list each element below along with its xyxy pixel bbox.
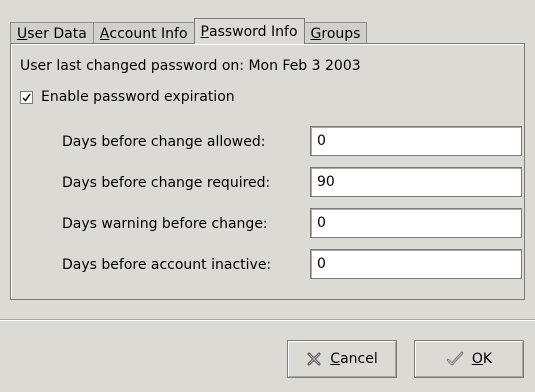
tab-password-info-mnemonic: P	[200, 23, 209, 40]
cancel-label-text: ancel	[340, 351, 378, 367]
ok-checkmark-icon	[446, 351, 464, 366]
tab-account-info-mnemonic: A	[99, 25, 110, 42]
enable-expiration-row[interactable]: Enable password expiration	[20, 89, 235, 105]
ok-button[interactable]: OK	[414, 340, 524, 378]
enable-expiration-label: Enable password expiration	[41, 89, 235, 105]
ok-label: OK	[472, 351, 492, 367]
days-before-change-required-label: Days before change required:	[62, 175, 271, 191]
tab-user-data-label: ser Data	[27, 25, 87, 42]
tab-account-info[interactable]: Account Info	[92, 22, 195, 44]
button-separator	[0, 319, 535, 321]
days-before-account-inactive-label: Days before account inactive:	[62, 257, 272, 273]
cancel-icon	[307, 352, 321, 366]
tab-strip: User Data Account Info Password Info Gro…	[10, 18, 368, 44]
tab-password-info[interactable]: Password Info	[193, 18, 305, 44]
days-before-change-allowed-label: Days before change allowed:	[62, 134, 266, 150]
days-before-account-inactive-input[interactable]	[310, 249, 522, 279]
tab-user-data[interactable]: User Data	[10, 22, 94, 44]
tab-groups-mnemonic: G	[310, 25, 322, 42]
enable-expiration-checkbox[interactable]	[20, 90, 33, 104]
days-warning-before-change-input[interactable]	[310, 208, 522, 238]
checkmark-icon	[22, 93, 31, 102]
tab-groups-label: roups	[321, 25, 361, 42]
ok-label-text: K	[482, 351, 493, 367]
ok-mnemonic: O	[471, 351, 483, 367]
days-before-change-required-input[interactable]	[310, 167, 522, 197]
tab-user-data-mnemonic: U	[17, 25, 28, 42]
days-warning-before-change-label: Days warning before change:	[62, 216, 268, 232]
days-before-change-allowed-input[interactable]	[310, 126, 522, 156]
tab-password-info-label: assword Info	[208, 23, 298, 40]
last-changed-text: User last changed password on: Mon Feb 3…	[20, 58, 361, 74]
cancel-button[interactable]: Cancel	[287, 340, 397, 378]
cancel-label: Cancel	[330, 351, 377, 367]
tab-groups[interactable]: Groups	[303, 22, 368, 44]
cancel-mnemonic: C	[330, 351, 341, 367]
tab-account-info-label: ccount Info	[109, 25, 188, 42]
